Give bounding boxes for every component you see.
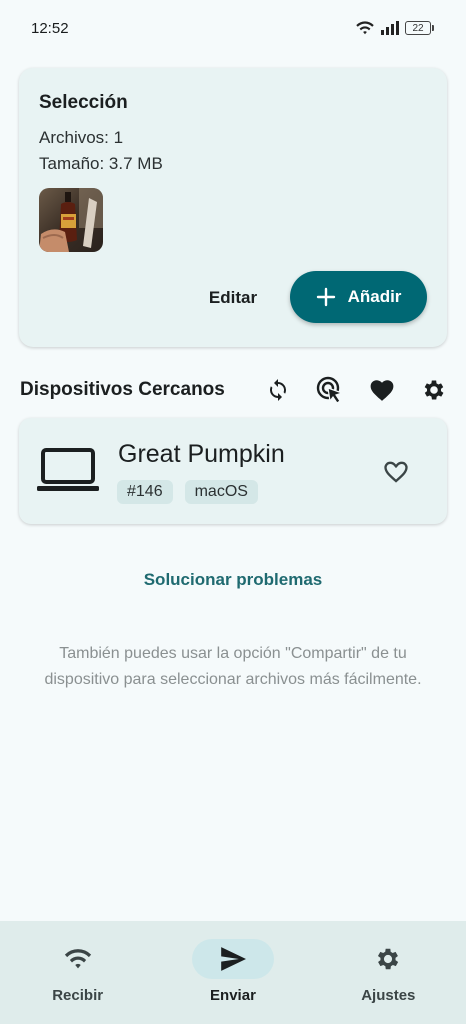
device-id-chip: #146: [117, 480, 173, 504]
favorites-heart-icon[interactable]: [368, 376, 396, 404]
nearby-devices-header: Dispositivos Cercanos: [20, 372, 448, 408]
selection-title: Selección: [39, 92, 128, 113]
nav-receive[interactable]: Recibir: [13, 921, 143, 1004]
nav-send[interactable]: Enviar: [168, 921, 298, 1004]
nav-settings[interactable]: Ajustes: [323, 921, 453, 1004]
nav-settings-label: Ajustes: [361, 987, 416, 1004]
signal-icon: [381, 21, 399, 35]
wifi-icon: [64, 949, 91, 969]
device-tags: #146 macOS: [117, 480, 258, 504]
selected-file-thumbnail[interactable]: [39, 188, 103, 252]
settings-gear-icon[interactable]: [420, 376, 448, 404]
status-bar: 12:52 22: [0, 0, 466, 56]
device-name: Great Pumpkin: [118, 440, 285, 468]
troubleshoot-link[interactable]: Solucionar problemas: [0, 570, 466, 590]
refresh-icon[interactable]: [264, 376, 292, 404]
selection-file-count: Archivos: 1: [39, 128, 124, 147]
nearby-devices-title: Dispositivos Cercanos: [20, 379, 225, 400]
status-time: 12:52: [31, 19, 69, 37]
add-button[interactable]: Añadir: [290, 271, 427, 323]
nav-receive-label: Recibir: [52, 987, 104, 1004]
favorite-outline-icon[interactable]: [382, 458, 410, 484]
plus-icon: [316, 287, 335, 307]
edit-button[interactable]: Editar: [189, 280, 277, 316]
send-icon: [221, 947, 246, 971]
add-button-label: Añadir: [347, 287, 402, 306]
manual-select-icon[interactable]: [316, 376, 344, 404]
share-hint-text: También puedes usar la opción "Compartir…: [44, 645, 422, 688]
status-icons: 22: [355, 20, 434, 36]
battery-level: 22: [405, 21, 431, 35]
selection-size: Tamaño: 3.7 MB: [39, 154, 163, 173]
nav-send-label: Enviar: [210, 987, 256, 1004]
battery-icon: 22: [405, 21, 434, 35]
bottom-navigation: Recibir Enviar Ajustes: [0, 921, 466, 1024]
selection-card: Selección Archivos: 1 Tamaño: 3.7 MB Edi…: [19, 68, 447, 347]
gear-icon: [378, 948, 399, 970]
laptop-icon: [37, 448, 99, 491]
device-os-chip: macOS: [184, 480, 258, 504]
device-card[interactable]: Great Pumpkin #146 macOS: [19, 418, 447, 524]
wifi-status-icon: [356, 21, 374, 35]
